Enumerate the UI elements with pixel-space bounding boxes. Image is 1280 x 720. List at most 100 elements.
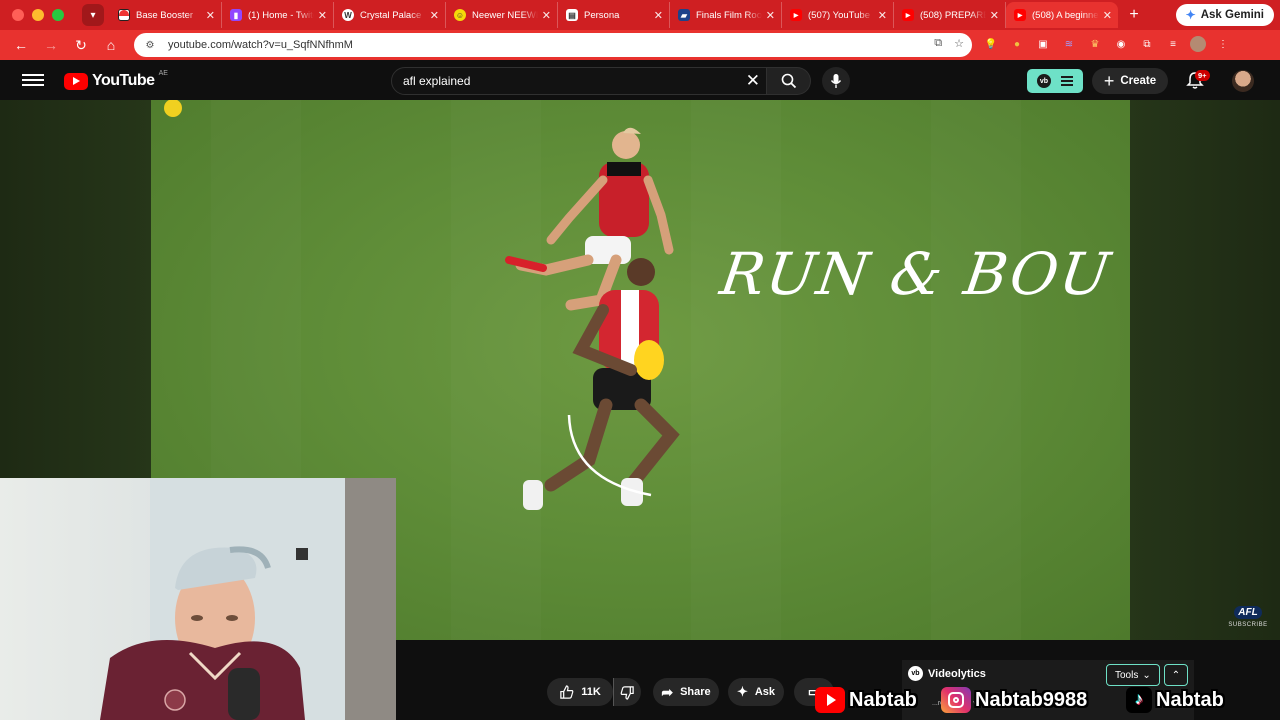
youtube-logo[interactable]: YouTube AE (64, 69, 168, 90)
home-button[interactable]: ⌂ (96, 30, 126, 60)
chevron-down-icon: ⌄ (1142, 669, 1151, 681)
videolytics-header: vb Videolytics (908, 666, 986, 681)
youtube-icon: ▶ (1014, 9, 1026, 21)
new-tab-button[interactable]: + (1122, 3, 1146, 27)
search-input[interactable]: afl explained ✕ (391, 67, 767, 95)
window-controls (12, 9, 74, 21)
extension-lightbulb-icon[interactable]: 💡 (982, 35, 1000, 53)
instagram-handle-overlay: Nabtab9988 (941, 685, 1087, 715)
ask-gemini-button[interactable]: ✦ Ask Gemini (1175, 4, 1274, 26)
search-button[interactable] (767, 67, 811, 95)
voice-search-button[interactable] (822, 67, 850, 95)
tools-dropdown[interactable]: Tools ⌄ (1106, 664, 1160, 686)
close-icon[interactable]: ✕ (206, 9, 215, 22)
home-icon: ⌂ (106, 37, 116, 53)
forward-button[interactable]: → (36, 30, 66, 60)
create-button[interactable]: + Create (1092, 68, 1168, 94)
afl-logo: AFL (1234, 606, 1262, 619)
close-window-button[interactable] (12, 9, 24, 21)
extensions-area: 💡 ● ▣ ≋ ♛ ◉ ⧉ ≡ ⋮ (982, 35, 1232, 53)
search-query: afl explained (403, 74, 471, 88)
extensions-puzzle-icon[interactable]: ⧉ (1138, 35, 1156, 53)
extension-crown-icon[interactable]: ♛ (1086, 35, 1104, 53)
sparkle-icon: ✦ (1185, 8, 1196, 22)
youtube-handle: Nabtab (849, 688, 917, 711)
clear-search-icon[interactable]: ✕ (746, 71, 760, 91)
smiley-icon: ☺ (454, 9, 466, 21)
arrow-left-icon: ← (14, 37, 28, 53)
collapse-panel-button[interactable]: ⌃ (1164, 664, 1188, 686)
persona-icon: ▤ (566, 9, 578, 21)
thumbs-down-icon (620, 685, 634, 700)
tiktok-handle: Nabtab (1156, 688, 1224, 711)
pokeball-icon (118, 9, 130, 21)
browser-tab[interactable]: ▰ Finals Film Room ✕ (670, 2, 782, 28)
instagram-handle: Nabtab9988 (975, 688, 1088, 711)
streamer-illustration (100, 546, 305, 720)
extension-wave-icon[interactable]: ≋ (1060, 35, 1078, 53)
extension-record-icon[interactable]: ◉ (1112, 35, 1130, 53)
tab-title: (508) A beginner (1032, 9, 1099, 21)
close-icon[interactable]: ✕ (318, 9, 327, 22)
share-arrow-icon: ➦ (661, 683, 674, 700)
webcam-overlay (0, 478, 396, 720)
extension-coin-icon[interactable]: ● (1008, 35, 1026, 53)
close-icon[interactable]: ✕ (1103, 9, 1112, 22)
account-avatar[interactable] (1232, 70, 1254, 92)
chevron-up-icon: ⌃ (1171, 669, 1181, 681)
close-icon[interactable]: ✕ (990, 9, 999, 22)
menu-kebab-icon[interactable]: ⋮ (1214, 35, 1232, 53)
share-button[interactable]: ➦ Share (653, 678, 719, 706)
site-info-icon[interactable]: ⚙ (142, 37, 158, 53)
videolytics-extension-button[interactable]: vb (1027, 69, 1083, 93)
browser-tab[interactable]: W Crystal Palace ✕ (334, 2, 446, 28)
twitch-icon: ▮ (230, 9, 242, 21)
minimize-window-button[interactable] (32, 9, 44, 21)
browser-tab[interactable]: ▤ Persona ✕ (558, 2, 670, 28)
tab-search-dropdown[interactable]: ▾ (82, 4, 104, 26)
tab-title: Finals Film Room (696, 9, 762, 21)
tab-title: (1) Home - Twitch (248, 9, 314, 21)
browser-tab[interactable]: ▶ (507) YouTube ✕ (782, 2, 894, 28)
videolytics-logo-icon: vb (1037, 74, 1051, 88)
close-icon[interactable]: ✕ (542, 9, 551, 22)
browser-tab[interactable]: Base Booster ✕ (110, 2, 222, 28)
tab-title: Crystal Palace (360, 9, 422, 21)
ask-gemini-label: Ask Gemini (1200, 9, 1264, 21)
browser-tab[interactable]: ▮ (1) Home - Twitch ✕ (222, 2, 334, 28)
browser-tab-active[interactable]: ▶ (508) A beginner ✕ (1006, 2, 1118, 28)
videolytics-logo-icon: vb (908, 666, 923, 681)
address-bar[interactable]: ⚙ youtube.com/watch?v=u_SqfNNfhmM ⧉ ☆ (134, 33, 972, 57)
tab-strip: Base Booster ✕ ▮ (1) Home - Twitch ✕ W C… (110, 2, 1118, 28)
close-icon[interactable]: ✕ (430, 9, 439, 22)
youtube-icon: ▶ (790, 9, 802, 21)
menu-hamburger-icon[interactable] (22, 71, 44, 89)
ask-button[interactable]: ✦ Ask (728, 678, 784, 706)
bookmark-star-icon[interactable]: ☆ (954, 37, 964, 50)
afl-watermark[interactable]: AFL SUBSCRIBE (1228, 602, 1268, 628)
maximize-window-button[interactable] (52, 9, 64, 21)
install-app-icon[interactable]: ⧉ (934, 37, 942, 50)
back-button[interactable]: ← (6, 30, 36, 60)
browser-tab-bar: ▾ Base Booster ✕ ▮ (1) Home - Twitch ✕ W… (0, 0, 1280, 30)
extension-wallet-icon[interactable]: ▣ (1034, 35, 1052, 53)
media-controls-icon[interactable]: ≡ (1164, 35, 1182, 53)
close-icon[interactable]: ✕ (766, 9, 775, 22)
nba-icon: ▰ (678, 9, 690, 21)
sparkle-icon: ✦ (736, 684, 748, 699)
tab-title: Neewer NEEWER (472, 9, 538, 21)
wordpress-icon: W (342, 9, 354, 21)
close-icon[interactable]: ✕ (878, 9, 887, 22)
browser-tab[interactable]: ▶ (508) PREPARE ✕ (894, 2, 1006, 28)
profile-avatar[interactable] (1190, 36, 1206, 52)
instagram-icon (941, 687, 971, 713)
browser-tab[interactable]: ☺ Neewer NEEWER ✕ (446, 2, 558, 28)
create-label: Create (1120, 75, 1157, 87)
region-code: AE (158, 69, 168, 77)
video-overlay-title: RUN & BOU (716, 240, 1116, 308)
close-icon[interactable]: ✕ (654, 9, 663, 22)
dislike-button[interactable] (613, 678, 641, 706)
reload-button[interactable]: ↻ (66, 30, 96, 60)
list-icon (1061, 74, 1073, 88)
like-button[interactable]: 11K (547, 678, 613, 706)
